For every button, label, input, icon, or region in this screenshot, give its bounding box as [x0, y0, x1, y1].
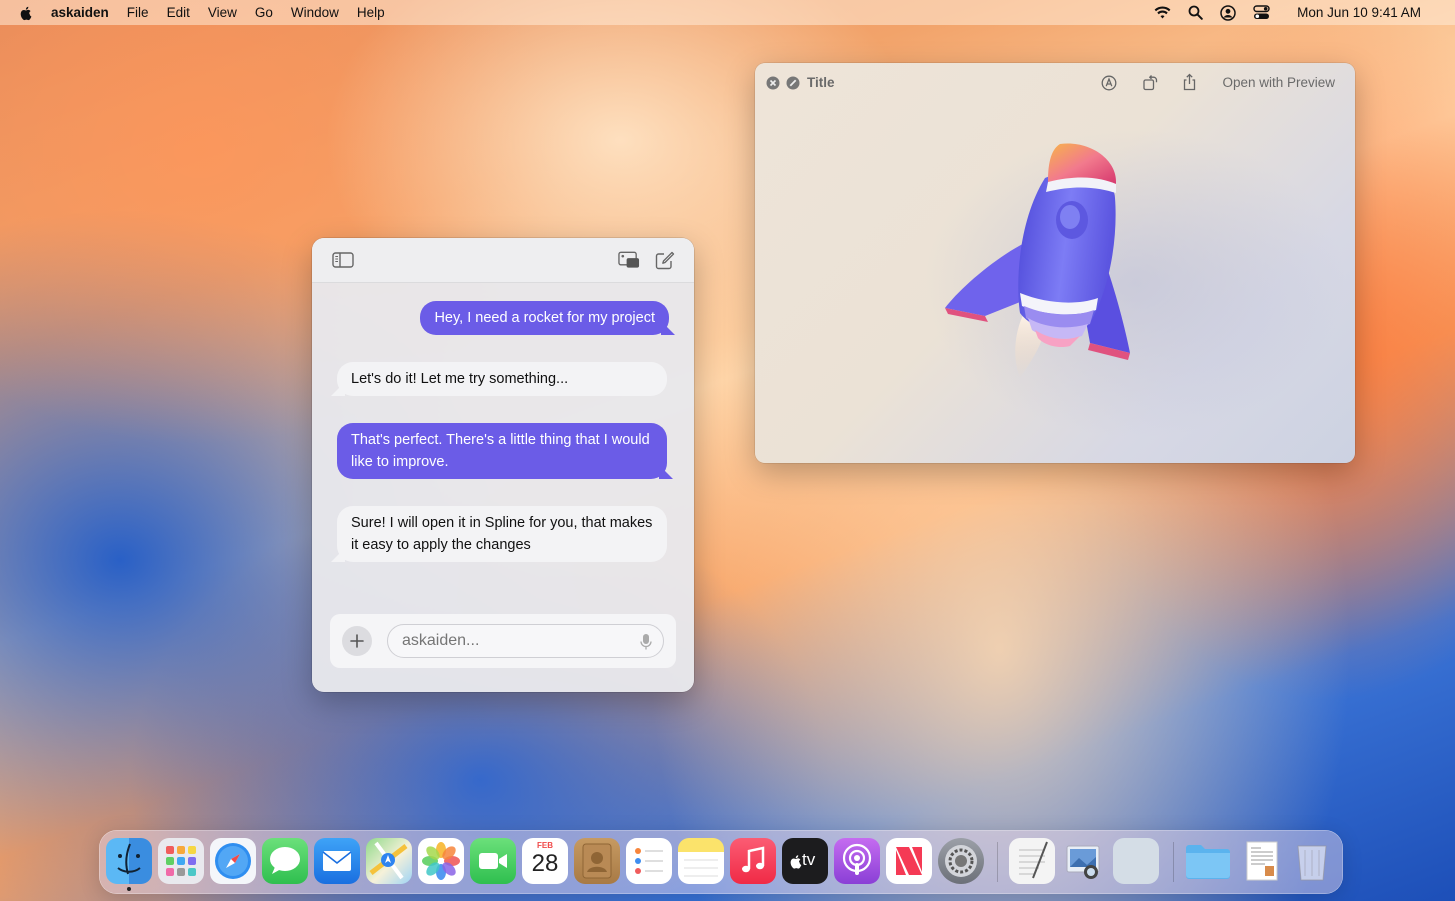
dock-music[interactable] — [730, 838, 776, 884]
finder-running-indicator — [127, 887, 131, 891]
reminders-icon — [635, 848, 663, 874]
dock-system-settings[interactable] — [938, 838, 984, 884]
dock-maps[interactable] — [366, 838, 412, 884]
notes-icon — [684, 859, 718, 877]
message-bubble-user: Hey, I need a rocket for my project — [420, 301, 669, 335]
message-text: Hey, I need a rocket for my project — [434, 310, 655, 326]
message-text: Sure! I will open it in Spline for you, … — [351, 515, 653, 553]
markup-icon[interactable] — [1101, 75, 1117, 91]
textedit-icon — [1019, 841, 1048, 879]
minimize-icon[interactable] — [786, 76, 800, 90]
dock-reminders[interactable] — [626, 838, 672, 884]
control-center-icon[interactable] — [1253, 5, 1270, 20]
dock-calendar[interactable]: FEB 28 — [522, 838, 568, 884]
music-icon — [742, 846, 765, 873]
wifi-icon[interactable] — [1154, 6, 1171, 19]
open-with-preview-button[interactable]: Open with Preview — [1222, 75, 1335, 90]
rotate-icon[interactable] — [1142, 74, 1159, 91]
messages-icon — [270, 847, 300, 874]
preview-icon — [1066, 845, 1100, 879]
message-bubble-user: That's perfect. There's a little thing t… — [337, 423, 667, 479]
menu-go[interactable]: Go — [255, 5, 273, 20]
podcasts-icon — [842, 843, 872, 875]
dock-blank-app[interactable] — [1113, 838, 1159, 884]
add-attachment-button[interactable] — [342, 626, 372, 656]
tv-label: tv — [802, 850, 816, 869]
message-bubble-assistant: Let's do it! Let me try something... — [337, 362, 667, 396]
rocket-image — [945, 143, 1130, 378]
menu-edit[interactable]: Edit — [167, 5, 190, 20]
dock-news[interactable] — [886, 838, 932, 884]
compose-icon[interactable] — [654, 250, 676, 270]
dock-folder[interactable] — [1183, 838, 1233, 884]
dock-safari[interactable] — [210, 838, 256, 884]
maps-icon — [369, 841, 408, 880]
microphone-icon[interactable] — [639, 633, 653, 651]
plus-icon — [350, 634, 364, 648]
menu-help[interactable]: Help — [357, 5, 385, 20]
dock-messages[interactable] — [262, 838, 308, 884]
dock-podcasts[interactable] — [834, 838, 880, 884]
settings-gear-icon — [945, 845, 977, 877]
preview-window: Title Open with Preview — [755, 63, 1355, 463]
sidebar-icon[interactable] — [332, 250, 354, 270]
calendar-month: FEB — [537, 841, 553, 850]
dock-notes[interactable] — [678, 838, 724, 884]
dock: FEB 28 tv — [99, 830, 1343, 894]
message-input-container[interactable] — [387, 624, 664, 658]
dock-separator — [1173, 842, 1174, 882]
apple-menu-icon[interactable] — [18, 5, 34, 21]
facetime-icon — [479, 853, 507, 869]
message-text: That's perfect. There's a little thing t… — [351, 432, 650, 470]
message-text: Let's do it! Let me try something... — [351, 371, 569, 387]
dock-trash[interactable] — [1289, 838, 1335, 884]
message-composer — [330, 614, 676, 668]
news-icon — [896, 847, 922, 875]
menu-bar: askaiden File Edit View Go Window Help M… — [0, 0, 1455, 25]
user-icon[interactable] — [1220, 4, 1236, 21]
dock-facetime[interactable] — [470, 838, 516, 884]
message-input[interactable] — [400, 631, 634, 651]
picture-in-picture-icon[interactable] — [618, 250, 640, 270]
safari-icon — [215, 843, 251, 879]
folder-icon — [1186, 845, 1230, 879]
contacts-icon — [582, 843, 612, 879]
dock-finder[interactable] — [106, 838, 152, 884]
dock-photos[interactable] — [418, 838, 464, 884]
menu-view[interactable]: View — [208, 5, 237, 20]
share-icon[interactable] — [1182, 73, 1197, 91]
preview-toolbar: Title Open with Preview — [755, 63, 1355, 103]
menu-app-name[interactable]: askaiden — [51, 5, 109, 20]
dock-tv[interactable]: tv — [782, 838, 828, 884]
message-bubble-assistant: Sure! I will open it in Spline for you, … — [337, 506, 667, 562]
dock-contacts[interactable] — [574, 838, 620, 884]
dock-document[interactable] — [1239, 838, 1285, 884]
finder-icon — [117, 843, 141, 875]
mail-icon — [322, 851, 352, 871]
menu-window[interactable]: Window — [291, 5, 339, 20]
dock-mail[interactable] — [314, 838, 360, 884]
dock-launchpad[interactable] — [158, 838, 204, 884]
launchpad-icon — [166, 846, 196, 876]
preview-title: Title — [807, 75, 835, 90]
document-icon — [1246, 841, 1278, 881]
photos-icon — [422, 842, 460, 880]
menu-file[interactable]: File — [127, 5, 149, 20]
dock-separator — [997, 842, 998, 882]
chat-toolbar — [312, 238, 694, 283]
close-icon[interactable] — [766, 76, 780, 90]
trash-icon — [1297, 845, 1327, 881]
chat-window: Hey, I need a rocket for my project Let'… — [312, 238, 694, 692]
menu-clock[interactable]: Mon Jun 10 9:41 AM — [1297, 5, 1421, 20]
dock-preview[interactable] — [1061, 838, 1107, 884]
calendar-day: 28 — [531, 850, 559, 877]
search-icon[interactable] — [1188, 5, 1203, 20]
dock-textedit[interactable] — [1009, 838, 1055, 884]
